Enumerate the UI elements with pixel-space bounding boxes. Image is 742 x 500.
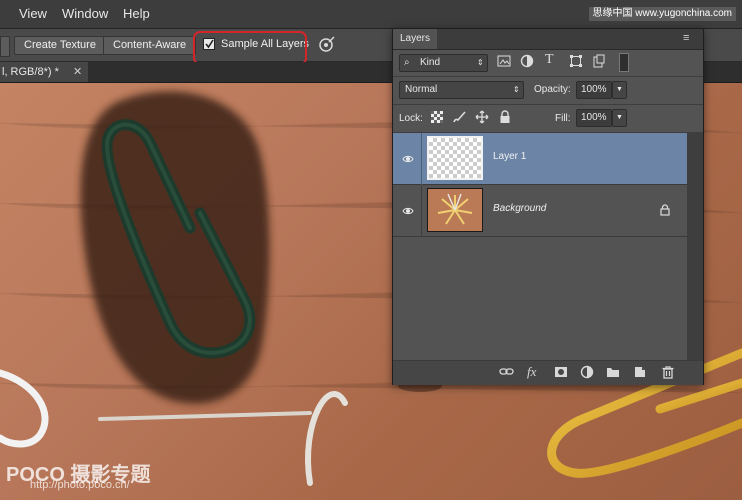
lock-all-icon[interactable]: [499, 110, 511, 124]
visibility-eye-icon[interactable]: [402, 153, 414, 165]
adjustment-icon[interactable]: [580, 365, 594, 379]
opacity-label: Opacity:: [534, 84, 571, 95]
layers-empty-area[interactable]: [393, 237, 687, 360]
blend-mode-select[interactable]: Normal ⇕: [399, 81, 524, 99]
lock-pixels-brush-icon[interactable]: [452, 110, 466, 124]
menu-window[interactable]: Window: [62, 6, 108, 21]
fill-input[interactable]: 100%: [576, 109, 612, 127]
pixel-filter-icon[interactable]: [497, 54, 511, 68]
lock-transparent-icon[interactable]: [431, 111, 443, 123]
search-icon: ⌕: [404, 57, 410, 68]
silver-wire: [98, 411, 312, 421]
updown-arrows-icon: ⇕: [477, 58, 484, 67]
document-tab[interactable]: l, RGB/8*) * ✕: [0, 62, 88, 82]
panel-menu-icon[interactable]: ≡: [683, 32, 689, 44]
blend-mode-value: Normal: [405, 84, 438, 95]
visibility-eye-icon[interactable]: [402, 205, 414, 217]
folder-icon[interactable]: [606, 365, 620, 379]
fill-dropdown-arrow[interactable]: ▼: [612, 109, 627, 127]
opacity-dropdown-arrow[interactable]: ▼: [612, 81, 627, 99]
shape-filter-icon[interactable]: [569, 54, 583, 68]
adjustment-filter-icon[interactable]: [520, 54, 534, 68]
menu-view[interactable]: View: [19, 6, 47, 21]
new-layer-icon[interactable]: [633, 365, 647, 379]
smart-object-filter-icon[interactable]: [592, 54, 606, 68]
link-icon[interactable]: [499, 365, 515, 379]
type-filter-icon[interactable]: T: [545, 52, 554, 68]
create-texture-button[interactable]: Create Texture: [14, 36, 106, 55]
layer-row-layer-1[interactable]: Layer 1: [393, 133, 687, 185]
layer-thumbnail-background: [427, 188, 483, 232]
layers-scrollbar[interactable]: [687, 133, 703, 360]
menu-bar: View Window Help 思缘中国 www.yugonchina.com: [0, 0, 742, 29]
fill-value: 100%: [581, 112, 607, 123]
filter-toggle-switch[interactable]: [619, 53, 629, 72]
highlight-annotation: [193, 31, 307, 65]
lock-position-icon[interactable]: [475, 110, 489, 124]
trash-icon[interactable]: [661, 365, 675, 379]
menu-help[interactable]: Help: [123, 6, 150, 21]
close-tab-icon[interactable]: ✕: [73, 62, 82, 82]
layers-panel: Layers ≡ ⌕ Kind ⇕ T Normal ⇕ Opacity: 10…: [392, 28, 704, 385]
option-btn-edge[interactable]: [0, 36, 10, 57]
layers-panel-footer: fx: [393, 360, 703, 385]
document-tab-label: l, RGB/8*) *: [2, 66, 59, 78]
layer-row-background[interactable]: Background: [393, 185, 687, 237]
layer-lock-icon: [660, 204, 670, 216]
fill-label: Fill:: [555, 113, 571, 124]
opacity-input[interactable]: 100%: [576, 81, 612, 99]
watermark-top: 思缘中国 www.yugonchina.com: [588, 7, 736, 21]
layer-name[interactable]: Background: [493, 203, 546, 214]
fx-icon[interactable]: fx: [527, 364, 536, 379]
content-aware-button[interactable]: Content-Aware: [103, 36, 197, 55]
layer-thumbnail-transparent: [427, 136, 483, 180]
updown-arrows-icon: ⇕: [513, 85, 520, 94]
kind-filter-select[interactable]: ⌕ Kind ⇕: [399, 54, 488, 72]
mask-icon[interactable]: [554, 365, 568, 379]
watermark-url: http://photo.poco.cn/: [30, 479, 130, 491]
layers-panel-header: Layers ≡: [393, 29, 703, 50]
opacity-value: 100%: [581, 84, 607, 95]
layer-name[interactable]: Layer 1: [493, 151, 526, 162]
kind-filter-value: Kind: [420, 57, 441, 68]
brush-pressure-icon[interactable]: [318, 35, 336, 53]
layers-tab[interactable]: Layers: [393, 29, 437, 49]
lock-label: Lock:: [399, 113, 423, 124]
